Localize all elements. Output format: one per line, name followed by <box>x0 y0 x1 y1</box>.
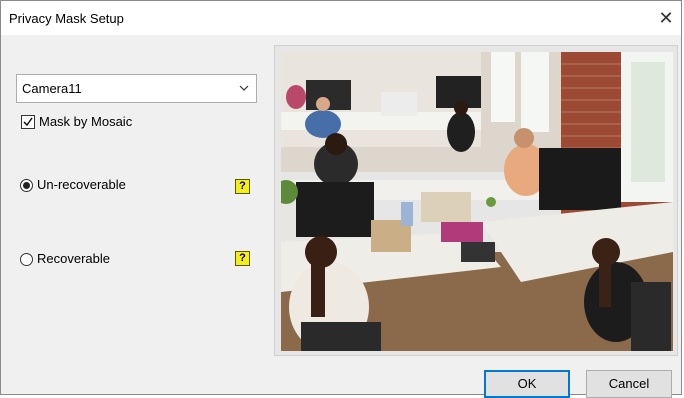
recoverable-label[interactable]: Recoverable <box>37 251 110 266</box>
privacy-mask-dialog: Privacy Mask Setup ✕ Camera11 Mask by Mo… <box>0 0 682 398</box>
camera-preview-frame <box>274 45 678 356</box>
unrecoverable-label[interactable]: Un-recoverable <box>37 177 126 192</box>
unrecoverable-radio[interactable] <box>20 179 33 192</box>
radio-dot <box>23 182 30 189</box>
help-icon[interactable]: ? <box>235 251 250 266</box>
dialog-title: Privacy Mask Setup <box>9 11 124 26</box>
camera-select-value: Camera11 <box>22 81 82 96</box>
help-icon[interactable]: ? <box>235 179 250 194</box>
recoverable-radio[interactable] <box>20 253 33 266</box>
chevron-down-icon <box>239 85 249 91</box>
mask-by-mosaic-checkbox[interactable] <box>21 115 35 129</box>
checkmark-icon <box>23 117 33 127</box>
title-bar: Privacy Mask Setup ✕ <box>1 1 681 35</box>
close-icon[interactable]: ✕ <box>655 7 677 29</box>
camera-preview-image <box>281 52 673 351</box>
mask-by-mosaic-label[interactable]: Mask by Mosaic <box>39 114 132 129</box>
ok-button[interactable]: OK <box>484 370 570 398</box>
camera-select[interactable]: Camera11 <box>16 74 257 103</box>
cancel-button[interactable]: Cancel <box>586 370 672 398</box>
